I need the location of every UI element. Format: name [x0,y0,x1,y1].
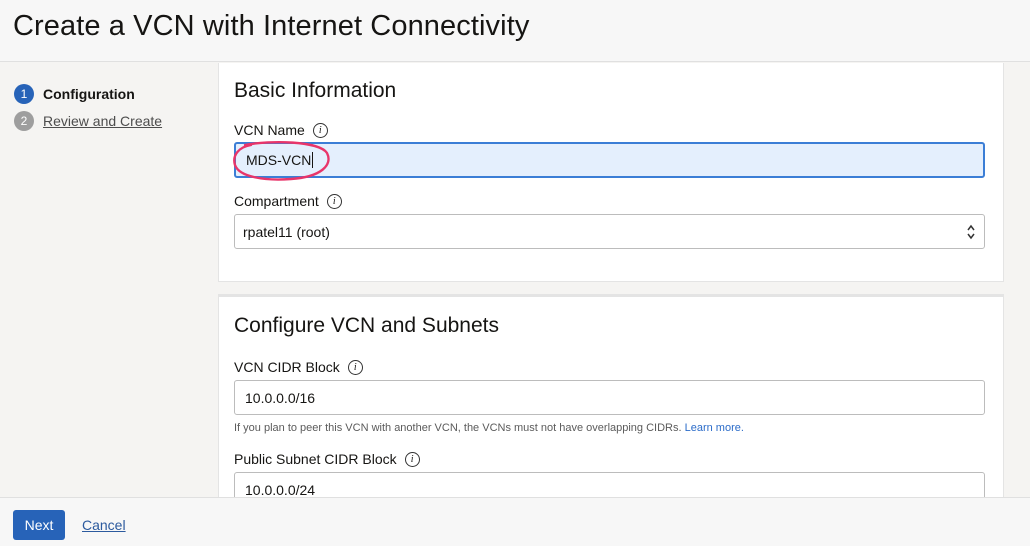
vcn-cidr-input[interactable]: 10.0.0.0/16 [234,380,985,415]
public-subnet-value: 10.0.0.0/24 [245,481,316,498]
helper-text: If you plan to peer this VCN with anothe… [234,422,682,434]
step-number-1: 1 [14,84,34,104]
configure-vcn-heading: Configure VCN and Subnets [234,314,499,337]
vcn-name-label: VCN Name i [234,122,328,138]
info-icon[interactable]: i [347,359,363,375]
step-label-review-and-create[interactable]: Review and Create [43,113,162,129]
step-configuration: 1 Configuration [14,84,162,104]
page-title: Create a VCN with Internet Connectivity [13,10,530,42]
info-icon[interactable]: i [312,122,328,138]
info-icon[interactable]: i [404,451,420,467]
compartment-label: Compartment i [234,193,342,209]
step-number-2: 2 [14,111,34,131]
public-subnet-label: Public Subnet CIDR Block i [234,451,420,467]
wizard-steps: 1 Configuration 2 Review and Create [14,84,162,138]
vcn-name-input[interactable]: MDS-VCN [234,142,985,178]
basic-information-panel: Basic Information VCN Name i MDS-VCN Com… [218,63,1004,282]
text-cursor [312,152,314,168]
select-arrows-icon [967,224,975,240]
form-scroll-area[interactable]: Basic Information VCN Name i MDS-VCN Com… [217,63,1030,497]
compartment-select[interactable]: rpatel11 (root) [234,214,985,249]
step-review-and-create[interactable]: 2 Review and Create [14,111,162,131]
public-subnet-label-text: Public Subnet CIDR Block [234,451,397,467]
cancel-link[interactable]: Cancel [82,517,126,533]
public-subnet-input[interactable]: 10.0.0.0/24 [234,472,985,497]
vcn-cidr-label-text: VCN CIDR Block [234,359,340,375]
basic-information-heading: Basic Information [234,79,397,102]
vcn-cidr-label: VCN CIDR Block i [234,359,363,375]
vcn-name-value: MDS-VCN [246,152,312,168]
footer-bar: Next Cancel [0,497,1030,546]
vcn-cidr-value: 10.0.0.0/16 [245,389,316,406]
configure-vcn-panel: Configure VCN and Subnets VCN CIDR Block… [218,294,1004,497]
compartment-label-text: Compartment [234,193,319,209]
cidr-helper-text: If you plan to peer this VCN with anothe… [234,422,744,434]
page-header: Create a VCN with Internet Connectivity [0,0,1030,62]
step-label-configuration: Configuration [43,86,135,102]
compartment-value: rpatel11 (root) [243,223,330,240]
next-button[interactable]: Next [13,510,65,540]
vcn-name-label-text: VCN Name [234,122,305,138]
info-icon[interactable]: i [326,193,342,209]
learn-more-link[interactable]: Learn more. [685,422,744,434]
